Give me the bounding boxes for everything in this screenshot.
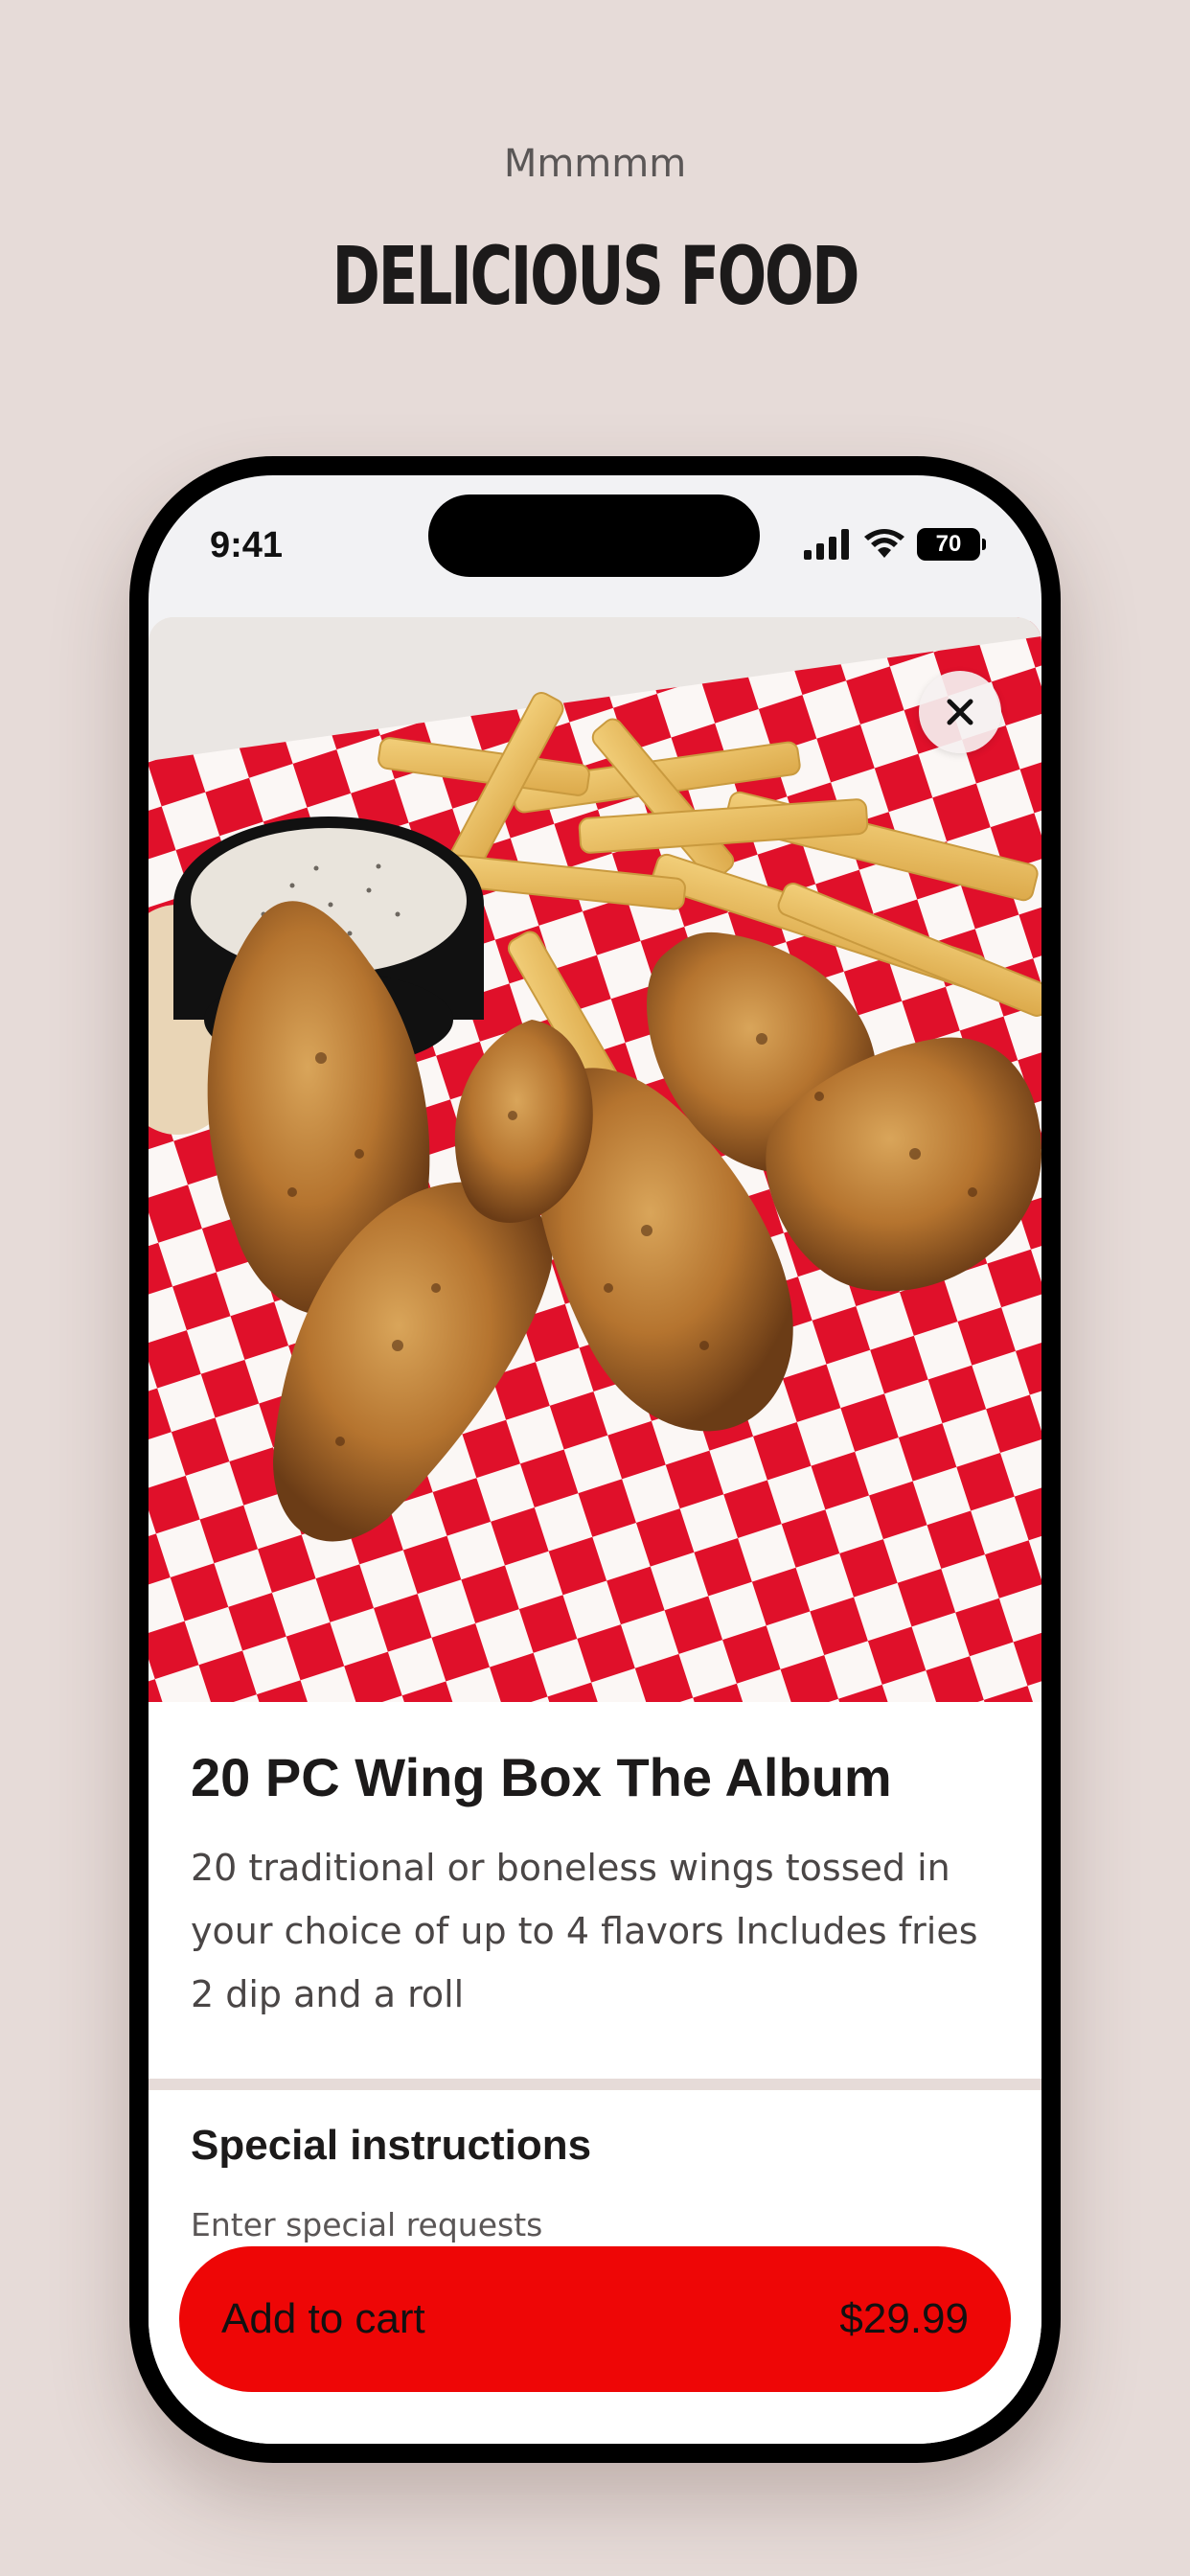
add-to-cart-label: Add to cart [221, 2295, 425, 2342]
food-image [149, 617, 1041, 1702]
status-time: 9:41 [210, 525, 284, 565]
cart-price: $29.99 [839, 2295, 969, 2342]
section-divider [149, 2079, 1041, 2090]
phone-screen: 9:41 70 20 PC Wing Box The Album 20 trad… [149, 475, 1041, 2444]
tagline: Mmmmm [503, 142, 687, 186]
status-bar: 9:41 70 [149, 475, 1041, 610]
dynamic-island [428, 494, 760, 577]
phone-frame: 9:41 70 20 PC Wing Box The Album 20 trad… [129, 456, 1061, 2463]
close-button[interactable] [919, 671, 1001, 753]
status-icons: 70 [804, 525, 986, 564]
battery-icon: 70 [917, 528, 986, 561]
special-instructions-title: Special instructions [191, 2122, 592, 2169]
special-instructions-input[interactable] [191, 2206, 995, 2243]
wifi-icon [864, 529, 904, 558]
close-icon [947, 699, 973, 725]
headline: DELICIOUS FOOD [332, 229, 860, 323]
product-title: 20 PC Wing Box The Album [191, 1747, 892, 1807]
product-sheet: 20 PC Wing Box The Album 20 traditional … [149, 617, 1041, 2444]
product-description: 20 traditional or boneless wings tossed … [191, 1847, 978, 2015]
cellular-signal-icon [804, 529, 849, 560]
add-to-cart-button[interactable]: Add to cart $29.99 [179, 2246, 1011, 2392]
